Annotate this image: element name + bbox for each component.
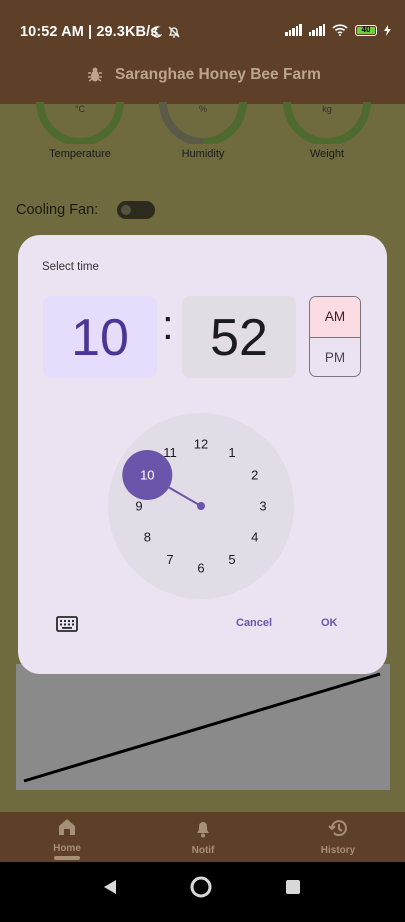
- hour-field[interactable]: 10: [43, 296, 157, 378]
- bell-icon: [197, 822, 209, 838]
- clock-number-10[interactable]: 10: [140, 468, 154, 483]
- gauge-unit: %: [198, 104, 207, 114]
- gauge-unit: °C: [74, 104, 86, 114]
- clock-number-11[interactable]: 11: [163, 445, 177, 460]
- hour-value: 10: [71, 309, 129, 367]
- chart-line: [23, 672, 381, 783]
- system-nav-bar: [0, 862, 405, 922]
- clock-number-3[interactable]: 3: [259, 499, 266, 514]
- clock-center-dot: [197, 502, 205, 510]
- minute-field[interactable]: 52: [182, 296, 296, 378]
- time-picker-dialog: Select time 10 : 52 AM PM 12 1 2 3 4 5 6 7 8 9 10 1…: [18, 235, 387, 674]
- cancel-button[interactable]: Cancel: [236, 617, 272, 629]
- clock-number-8[interactable]: 8: [144, 530, 151, 545]
- gauge-label: Temperature: [49, 148, 111, 160]
- clock-number-6[interactable]: 6: [197, 561, 204, 576]
- charging-icon: [384, 24, 391, 36]
- status-icons: 40: [285, 24, 391, 36]
- clock-dial[interactable]: 121234567891011: [108, 413, 294, 599]
- nav-item-notif[interactable]: Notif: [163, 818, 243, 856]
- bottom-nav: Home Notif History: [0, 812, 405, 862]
- gauge-unit: kg: [322, 104, 332, 114]
- battery-icon: 40: [355, 24, 377, 36]
- clock-number-4[interactable]: 4: [251, 530, 258, 545]
- clock-number-1[interactable]: 1: [228, 445, 235, 460]
- pm-button[interactable]: PM: [310, 338, 360, 376]
- status-time: 10:52 AM | 29.3KB/s: [20, 24, 159, 40]
- dialog-title: Select time: [42, 261, 99, 273]
- cooling-fan-toggle[interactable]: [117, 201, 155, 219]
- signal-icon: [308, 24, 325, 36]
- bell-off-icon: [168, 26, 180, 38]
- battery-level: 40: [361, 24, 371, 34]
- nav-label: Home: [53, 843, 81, 854]
- ok-button[interactable]: OK: [321, 617, 338, 629]
- keyboard-icon[interactable]: [56, 616, 78, 632]
- home-icon: [59, 819, 75, 835]
- status-bar: 10:52 AM | 29.3KB/s 40: [0, 0, 405, 62]
- wifi-icon: [332, 24, 348, 36]
- home-circle-icon[interactable]: [190, 876, 212, 898]
- recents-icon[interactable]: [285, 879, 301, 895]
- back-icon[interactable]: [102, 879, 118, 895]
- nav-label: History: [320, 845, 356, 856]
- nav-item-home[interactable]: Home: [27, 818, 107, 854]
- gauge-label: Weight: [309, 148, 345, 160]
- am-button[interactable]: AM: [310, 297, 360, 338]
- cooling-fan-label: Cooling Fan:: [16, 202, 99, 218]
- time-separator: :: [162, 301, 174, 348]
- clock-number-5[interactable]: 5: [228, 552, 235, 567]
- nav-active-indicator: [54, 856, 80, 860]
- clock-number-2[interactable]: 2: [251, 468, 258, 483]
- history-icon: [328, 820, 347, 837]
- nav-label: Notif: [191, 845, 215, 856]
- chart-area: [16, 664, 390, 790]
- moon-icon: [151, 26, 162, 38]
- clock-number-7[interactable]: 7: [166, 552, 173, 567]
- clock-number-12[interactable]: 12: [194, 437, 208, 452]
- clock-number-9[interactable]: 9: [135, 499, 142, 514]
- minute-value: 52: [210, 309, 268, 367]
- signal-icon: [285, 24, 302, 36]
- period-selector: AM PM: [309, 296, 361, 377]
- gauge-label: Humidity: [181, 148, 225, 160]
- nav-item-history[interactable]: History: [298, 818, 378, 856]
